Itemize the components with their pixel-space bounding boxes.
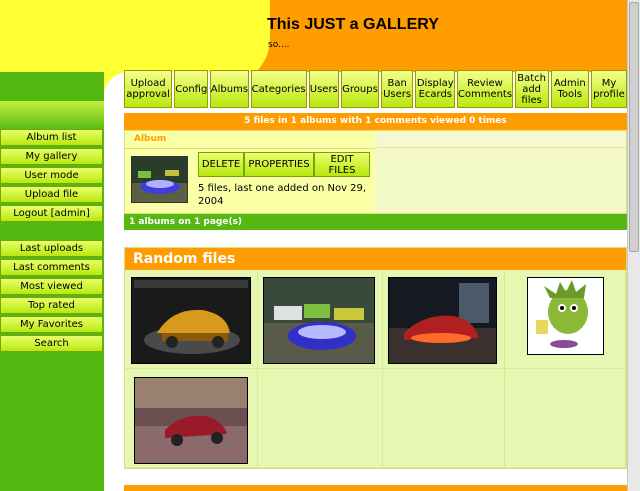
side-top-rated[interactable]: Top rated <box>0 297 103 314</box>
nav-review-comments[interactable]: Review Comments <box>457 70 513 108</box>
random-file-thumbnail[interactable] <box>388 277 497 364</box>
nav-categories[interactable]: Categories <box>250 70 307 108</box>
album-actions: DELETE PROPERTIES EDIT FILES <box>198 152 370 177</box>
album-info: 5 files, last one added on Nov 29, 2004 <box>198 183 367 207</box>
random-file-thumbnail[interactable] <box>527 277 604 355</box>
bottom-bar <box>124 485 627 491</box>
side-album-list[interactable]: Album list <box>0 129 103 146</box>
nav-ban-users[interactable]: Ban Users <box>381 70 414 108</box>
album-empty-cell <box>377 131 626 148</box>
random-cell <box>505 369 626 468</box>
nav-config[interactable]: Config <box>174 70 209 108</box>
nav-groups[interactable]: Groups <box>340 70 380 108</box>
page: { "header": {"title": "This JUST a GALLE… <box>0 0 640 491</box>
nav-albums[interactable]: Albums <box>210 70 249 108</box>
random-file-thumbnail[interactable] <box>263 277 375 364</box>
side-most-viewed[interactable]: Most viewed <box>0 278 103 295</box>
random-cell <box>258 369 383 468</box>
random-file-thumbnail[interactable] <box>131 277 251 364</box>
album-thumbnail[interactable] <box>131 156 188 203</box>
nav-my-profile[interactable]: My profile <box>590 70 628 108</box>
site-subtitle: so.... <box>268 40 290 50</box>
side-logout[interactable]: Logout [admin] <box>0 205 103 222</box>
side-search[interactable]: Search <box>0 335 103 352</box>
random-files-title: Random files <box>125 248 626 270</box>
random-file-thumbnail[interactable] <box>134 377 248 464</box>
nav-upload-approval[interactable]: Upload approval <box>124 70 173 108</box>
nav-batch-add-files[interactable]: Batch add files <box>514 70 549 108</box>
site-title: This JUST a GALLERY <box>267 16 439 33</box>
side-user-mode[interactable]: User mode <box>0 167 103 184</box>
side-my-gallery[interactable]: My gallery <box>0 148 103 165</box>
delete-button[interactable]: DELETE <box>198 152 244 177</box>
album-divider <box>125 148 375 149</box>
random-cell <box>383 369 505 468</box>
nav-users[interactable]: Users <box>308 70 339 108</box>
properties-button[interactable]: PROPERTIES <box>244 152 314 177</box>
nav-admin-tools[interactable]: Admin Tools <box>550 70 589 108</box>
side-last-comments[interactable]: Last comments <box>0 259 103 276</box>
side-nav-spacer <box>0 224 103 240</box>
side-upload-file[interactable]: Upload file <box>0 186 103 203</box>
album-label[interactable]: Album <box>134 134 166 144</box>
sidebar-gradient-band <box>0 101 104 131</box>
nav-display-ecards[interactable]: Display Ecards <box>415 70 456 108</box>
edit-files-button[interactable]: EDIT FILES <box>314 152 370 177</box>
pages-bar: 1 albums on 1 page(s) <box>124 214 627 230</box>
side-nav: Album list My gallery User mode Upload f… <box>0 129 103 354</box>
stats-bar: 5 files in 1 albums with 1 comments view… <box>124 113 627 130</box>
side-last-uploads[interactable]: Last uploads <box>0 240 103 257</box>
side-my-favorites[interactable]: My Favorites <box>0 316 103 333</box>
scrollbar-thumb[interactable] <box>629 2 639 252</box>
top-nav: Upload approval Config Albums Categories… <box>124 70 628 108</box>
